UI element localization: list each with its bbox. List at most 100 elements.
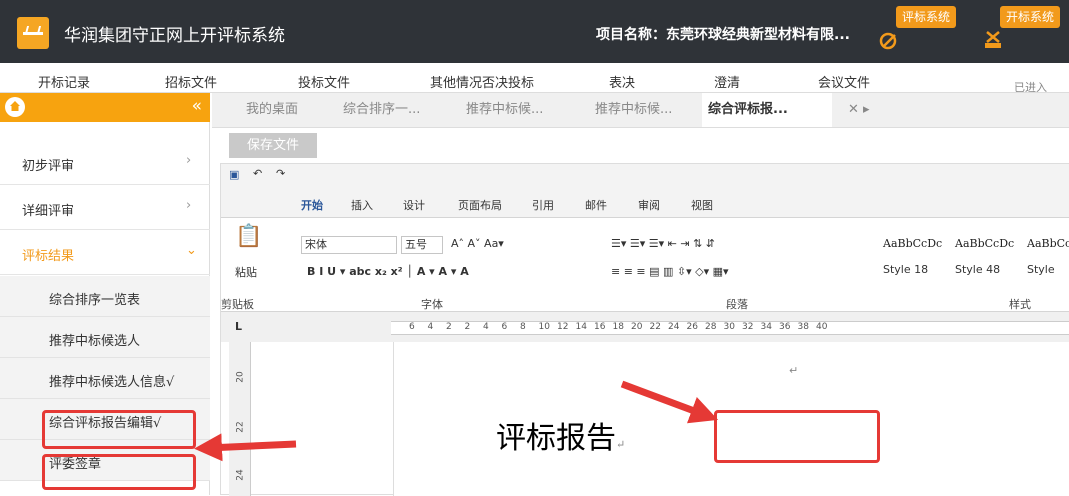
top-menu: 开标记录 招标文件 投标文件 其他情况否决投标 表决 澄清 会议文件 已进入 <box>0 63 1069 94</box>
ribbon-tab-home[interactable]: 开始 <box>301 197 323 220</box>
menu-other-rejection[interactable]: 其他情况否决投标 <box>430 72 534 91</box>
sidebar-subitem-ranking[interactable]: 综合排序一览表 <box>0 276 210 317</box>
tab-ranking[interactable]: 综合排序一... <box>337 93 426 127</box>
list-icons[interactable]: ☰▾ ☰▾ ☰▾ ⇤ ⇥ ⇅ ⇵ <box>611 237 715 250</box>
collapse-sidebar-button[interactable]: « <box>192 96 202 116</box>
font-grow-icon[interactable]: A˄ A˅ Aa▾ <box>451 237 504 250</box>
group-label-clipboard: 剪贴板 <box>221 298 254 311</box>
ruler-number: 14 <box>575 322 587 332</box>
redo-icon[interactable]: ↷ <box>276 167 285 180</box>
group-label-paragraph: 段落 <box>726 298 748 311</box>
ruler-number: 8 <box>520 322 526 332</box>
tab-report[interactable]: 综合评标报... <box>702 93 832 127</box>
style-name-2: Style 48 <box>955 263 1001 276</box>
format-icons[interactable]: B I U ▾ abc x₂ x² │ A ▾ A ▾ A <box>307 265 469 278</box>
style-preview-3[interactable]: AaBbCc <box>1027 237 1069 250</box>
tab-bar: 我的桌面 综合排序一... 推荐中标候... 推荐中标候... 综合评标报...… <box>212 93 1069 128</box>
vruler-number: 24 <box>235 469 246 481</box>
word-editor: ▣ ↶ ↷ 开始 插入 设计 页面布局 引用 邮件 审阅 视图 📋 粘贴 宋体 … <box>220 163 1069 496</box>
ribbon-tab-references[interactable]: 引用 <box>532 197 554 213</box>
sidebar-item-detailed-review[interactable]: 详细评审 › <box>0 185 210 230</box>
tab-scroll-controls[interactable]: ✕ ▸ <box>842 93 876 127</box>
menu-clarify[interactable]: 澄清 <box>714 72 740 91</box>
ruler-number: 20 <box>631 322 643 332</box>
ruler-number: 40 <box>816 322 828 332</box>
font-size-select[interactable]: 五号 <box>401 236 443 254</box>
font-name-select[interactable]: 宋体 <box>301 236 397 254</box>
menu-tender-docs[interactable]: 招标文件 <box>165 72 217 91</box>
ruler-number: 28 <box>705 322 717 332</box>
ribbon-tab-layout[interactable]: 页面布局 <box>458 197 502 213</box>
ruler-number: 2 <box>446 322 452 332</box>
logo-icon <box>17 17 49 49</box>
sidebar-subitem-candidates[interactable]: 推荐中标候选人 <box>0 317 210 358</box>
ruler-number: 2 <box>464 322 471 332</box>
ribbon-tab-insert[interactable]: 插入 <box>351 197 373 213</box>
ruler-number: 4 <box>483 322 489 332</box>
ruler-number: 36 <box>779 322 791 332</box>
chevron-right-icon: › <box>186 198 192 213</box>
sidebar-item-label: 评标结果 <box>22 249 75 264</box>
ruler-number: 30 <box>723 322 735 332</box>
vruler-number: 20 <box>235 371 246 383</box>
menu-vote[interactable]: 表决 <box>609 72 635 91</box>
menu-opening-record[interactable]: 开标记录 <box>38 72 90 91</box>
ribbon-tab-design[interactable]: 设计 <box>403 197 425 213</box>
save-icon[interactable]: ▣ <box>229 168 239 181</box>
tab-my-desktop[interactable]: 我的桌面 <box>240 93 304 127</box>
evaluation-system-icon[interactable] <box>878 28 900 50</box>
clipboard-icon[interactable]: 📋 <box>235 224 262 249</box>
opening-system-button[interactable]: 开标系统 <box>1000 6 1061 28</box>
evaluation-system-button[interactable]: 评标系统 <box>896 6 957 28</box>
quick-access-toolbar: ▣ ↶ ↷ <box>221 164 1069 186</box>
ribbon-tab-mailings[interactable]: 邮件 <box>585 197 607 213</box>
ruler-number: 22 <box>649 322 661 332</box>
opening-system-icon[interactable] <box>982 28 1004 50</box>
horizontal-ruler: L 6 4 2 2 4 6 8 10 12 14 16 18 20 22 24 26 28 30 32 34 36 38 4… <box>221 312 1069 342</box>
undo-icon[interactable]: ↶ <box>253 167 262 180</box>
toolbar: 保存文件 <box>212 128 1069 162</box>
ribbon-tab-view[interactable]: 视图 <box>691 197 713 213</box>
sidebar-subitem-label: 推荐中标候选人 <box>49 334 141 349</box>
group-label-font: 字体 <box>421 298 443 311</box>
heading-paragraph-mark: ↵ <box>616 438 626 451</box>
chevron-down-icon: ⌄ <box>186 243 197 258</box>
sidebar-item-preliminary-review[interactable]: 初步评审 › <box>0 140 210 185</box>
app-title: 华润集团守正网上开评标系统 <box>64 26 285 46</box>
group-label-styles: 样式 <box>1009 298 1031 311</box>
vertical-ruler: 20 22 24 <box>229 342 251 496</box>
ruler-number: 12 <box>557 322 569 332</box>
document-heading[interactable]: 评标报告↵ <box>496 413 625 457</box>
highlight-box-signature <box>42 454 196 490</box>
save-file-button[interactable]: 保存文件 <box>229 133 317 158</box>
style-name-3: Style <box>1027 263 1055 276</box>
heading-text: 评标报告 <box>496 421 616 456</box>
paragraph-mark: ↵ <box>789 364 799 377</box>
ruler-number: 6 <box>501 322 508 332</box>
ruler-number: 26 <box>686 322 698 332</box>
highlight-box-report <box>714 410 880 463</box>
tab-stop-icon[interactable]: L <box>235 320 242 333</box>
menu-meeting-docs[interactable]: 会议文件 <box>818 72 870 91</box>
paste-label[interactable]: 粘贴 <box>235 264 257 280</box>
ribbon-tabs: 开始 插入 设计 页面布局 引用 邮件 审阅 视图 <box>221 186 1069 220</box>
sidebar-subitem-label: 综合排序一览表 <box>49 293 141 308</box>
ruler-number: 32 <box>742 322 754 332</box>
ruler-number: 16 <box>594 322 606 332</box>
style-preview-2[interactable]: AaBbCcDc <box>955 237 1014 250</box>
ribbon-tab-review[interactable]: 审阅 <box>638 197 660 213</box>
home-icon[interactable] <box>5 97 25 117</box>
highlight-box-report-edit <box>42 410 196 449</box>
sidebar-subitem-candidate-info[interactable]: 推荐中标候选人信息√ <box>0 358 210 399</box>
sidebar-item-evaluation-result[interactable]: 评标结果 ⌄ <box>0 230 210 275</box>
menu-bid-docs[interactable]: 投标文件 <box>298 72 350 91</box>
ruler-number: 34 <box>760 322 772 332</box>
ruler-number: 24 <box>668 322 680 332</box>
style-preview-1[interactable]: AaBbCcDc <box>883 237 942 250</box>
chevron-right-icon: › <box>186 153 192 168</box>
sidebar-header: « <box>0 93 210 122</box>
sidebar-item-label: 详细评审 <box>22 204 75 219</box>
align-icons[interactable]: ≡ ≡ ≡ ▤ ▥ ⇳▾ ◇▾ ▦▾ <box>611 265 729 278</box>
tab-candidate-info[interactable]: 推荐中标候... <box>589 93 678 127</box>
tab-candidates[interactable]: 推荐中标候... <box>460 93 549 127</box>
